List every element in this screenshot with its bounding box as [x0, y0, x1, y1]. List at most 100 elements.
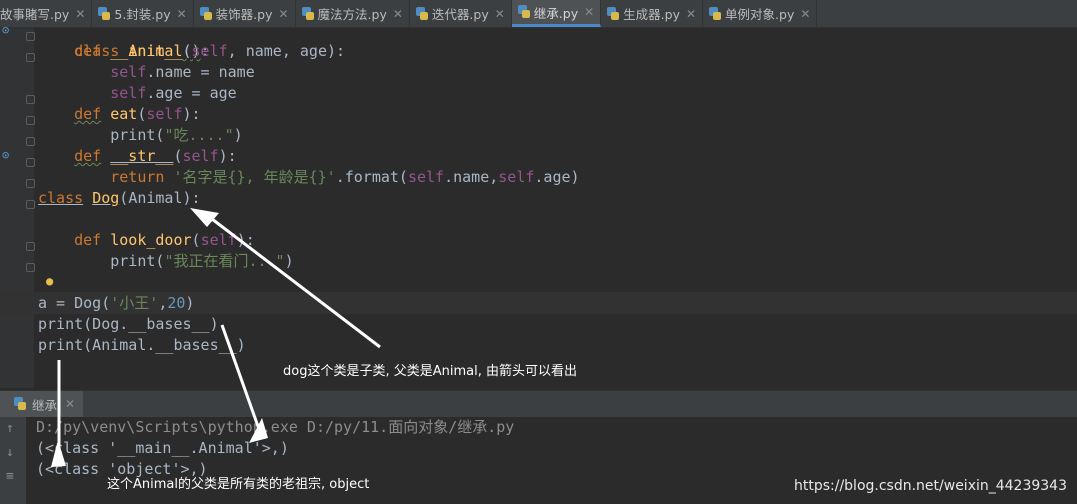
- code-line: print(Animal.__bases__): [38, 335, 246, 356]
- code-line: class Dog(Animal):: [38, 188, 201, 209]
- keyword: def: [74, 231, 102, 249]
- fold-marker-icon[interactable]: [26, 137, 35, 146]
- function-name: look_door: [110, 231, 192, 249]
- tab-file-5[interactable]: 迭代器.py ✕: [410, 0, 512, 27]
- code-line: def __init__(self, name, age):: [38, 41, 345, 62]
- python-file-icon: [301, 6, 314, 21]
- close-icon[interactable]: ✕: [65, 397, 75, 411]
- close-icon[interactable]: ✕: [686, 7, 696, 21]
- code-line: self.name = name: [38, 62, 255, 83]
- close-icon[interactable]: ✕: [800, 7, 810, 21]
- override-icon[interactable]: ⊙: [2, 23, 9, 37]
- keyword: def: [74, 105, 102, 123]
- fold-marker-icon[interactable]: [26, 263, 35, 272]
- function-name: __init__: [110, 42, 183, 60]
- punct: (: [173, 147, 183, 165]
- arrow-down-icon[interactable]: ↓: [6, 445, 14, 460]
- fold-marker-icon[interactable]: [26, 53, 35, 62]
- run-toolbar: ↑ ↓ ≡: [0, 417, 26, 504]
- keyword: def: [74, 42, 102, 60]
- fold-marker-icon[interactable]: [26, 242, 35, 251]
- punct: ):: [218, 147, 237, 165]
- punct: ):: [182, 105, 201, 123]
- soft-wrap-icon[interactable]: ≡: [6, 469, 14, 484]
- code-text: print(: [110, 126, 165, 144]
- code-text: print(: [110, 252, 165, 270]
- fold-marker-icon[interactable]: [26, 200, 35, 209]
- function-name: eat: [110, 105, 138, 123]
- code-text: .age = age: [146, 84, 237, 102]
- python-file-icon: [607, 6, 620, 21]
- annotation-text: dog这个类是子类, 父类是Animal, 由箭头可以看出: [283, 364, 577, 379]
- run-tab-label: 继承: [32, 397, 58, 413]
- code-text: print(Animal.__bases__): [38, 336, 246, 354]
- code-text: .name,: [444, 168, 499, 186]
- python-file-icon: [199, 6, 212, 21]
- close-icon[interactable]: ✕: [75, 7, 85, 21]
- tab-file-active[interactable]: 继承.py ✕: [511, 0, 602, 27]
- code-text: .age): [534, 168, 580, 186]
- number: 20: [167, 294, 186, 312]
- code-line: print("吃...."): [38, 125, 243, 146]
- punct: (: [191, 231, 201, 249]
- python-file-icon: [98, 6, 111, 21]
- punct: ): [233, 126, 243, 144]
- console-command: D:/py\venv\Scripts\python.exe D:/py/11.面…: [36, 418, 515, 436]
- tab-label: 生成器.py: [623, 7, 680, 22]
- punct: (: [119, 189, 129, 207]
- self: self: [498, 168, 535, 186]
- code-text: a = Dog(: [38, 294, 111, 312]
- code-line: return '名字是{}, 年龄是{}'.format(self.name,s…: [38, 167, 580, 188]
- fold-marker-icon[interactable]: [26, 95, 35, 104]
- close-icon[interactable]: ✕: [278, 7, 288, 21]
- tab-label: 继承.py: [533, 5, 579, 21]
- code-line: print("我正在看门..."): [38, 251, 294, 272]
- python-file-icon: [415, 6, 428, 21]
- close-icon[interactable]: ✕: [584, 5, 594, 19]
- punct: ): [284, 252, 294, 270]
- fold-marker-icon[interactable]: [26, 158, 35, 167]
- code-line: a = Dog('小王',20): [38, 293, 194, 314]
- code-line: def eat(self):: [38, 104, 201, 125]
- fold-marker-icon[interactable]: [26, 32, 35, 41]
- punct: ): [185, 294, 195, 312]
- code-text: .name = name: [146, 63, 255, 81]
- tab-label: 魔法方法.py: [317, 7, 387, 22]
- tab-label: 迭代器.py: [431, 7, 489, 22]
- lightbulb-icon[interactable]: ●: [46, 274, 53, 288]
- code-line: class Animal():: [38, 20, 209, 60]
- tab-label: 单例对象.py: [725, 7, 795, 22]
- code-line: self.age = age: [38, 83, 237, 104]
- punct: ):: [236, 231, 255, 249]
- fold-marker-icon[interactable]: [26, 116, 35, 125]
- string: "吃....": [164, 126, 234, 144]
- tab-file-8[interactable]: 单例对象.py ✕: [703, 0, 818, 27]
- tab-file-4[interactable]: 魔法方法.py ✕: [296, 0, 410, 27]
- run-tab[interactable]: 继承 ✕: [0, 391, 84, 417]
- code-line: def look_door(self):: [38, 230, 255, 251]
- close-icon[interactable]: ✕: [177, 7, 187, 21]
- python-file-icon: [517, 5, 530, 19]
- code-text: .format(: [335, 168, 408, 186]
- code-editor[interactable]: ⊙ ⊙ ● class Animal(): def __init__(self,…: [0, 23, 1077, 388]
- string: '小王': [110, 294, 159, 312]
- code-line: print(Dog.__bases__): [38, 314, 219, 335]
- run-panel-header: 继承 ✕: [0, 390, 1077, 417]
- watermark: https://blog.csdn.net/weixin_44239343: [793, 478, 1067, 494]
- string: "我正在看门...": [164, 252, 285, 270]
- override-icon[interactable]: ⊙: [2, 148, 9, 162]
- arrow-up-icon[interactable]: ↑: [6, 421, 14, 436]
- self: self: [200, 231, 237, 249]
- punct: ):: [182, 189, 201, 207]
- class-name: Dog: [92, 189, 120, 207]
- close-icon[interactable]: ✕: [393, 7, 403, 21]
- keyword: return: [110, 168, 165, 186]
- self: self: [110, 63, 147, 81]
- close-icon[interactable]: ✕: [495, 7, 505, 21]
- fold-marker-icon[interactable]: [26, 179, 35, 188]
- base-class: Animal: [128, 189, 183, 207]
- tab-file-7[interactable]: 生成器.py ✕: [601, 0, 704, 27]
- function-name: __str__: [110, 147, 174, 165]
- console-output-line: (<class '__main__.Animal'>,): [36, 439, 289, 457]
- string: '名字是{}, 年龄是{}': [173, 168, 336, 186]
